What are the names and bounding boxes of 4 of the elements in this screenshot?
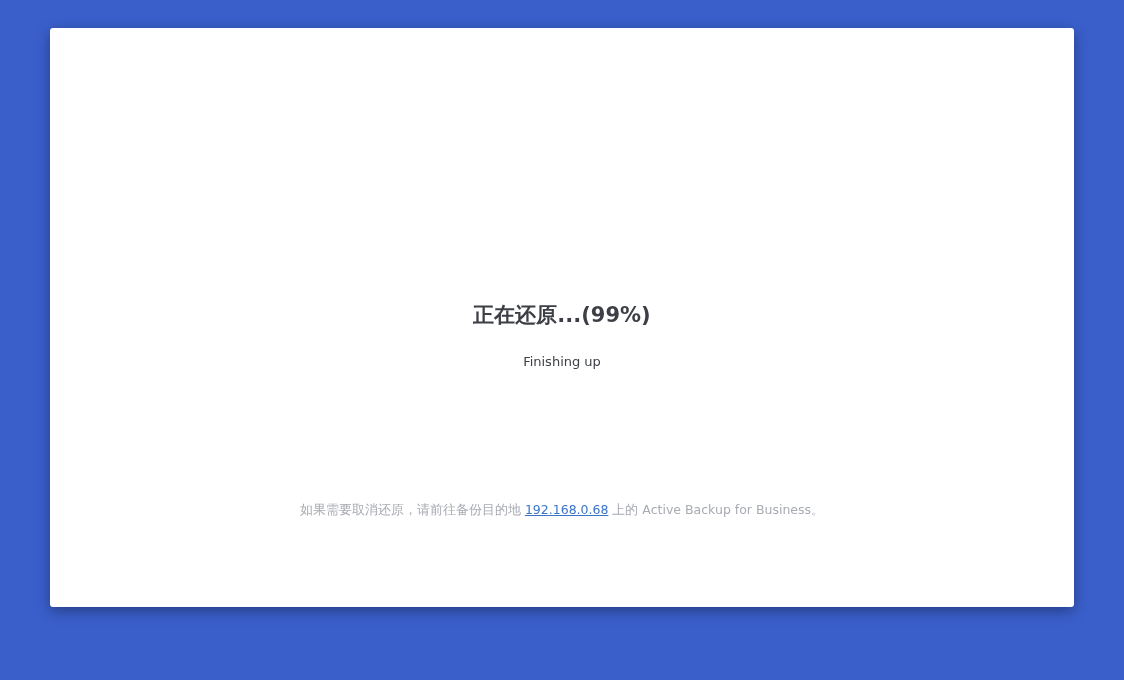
address-link[interactable]: 192.168.0.68 xyxy=(524,502,609,517)
status-text: Finishing up xyxy=(523,353,601,371)
cancel-note: 如果需要取消还原，请前往备份目的地 192.168.0.68 上的 Active Backup for Business。 xyxy=(299,501,825,519)
progress-title: 正在还原...(99%) xyxy=(473,302,651,329)
